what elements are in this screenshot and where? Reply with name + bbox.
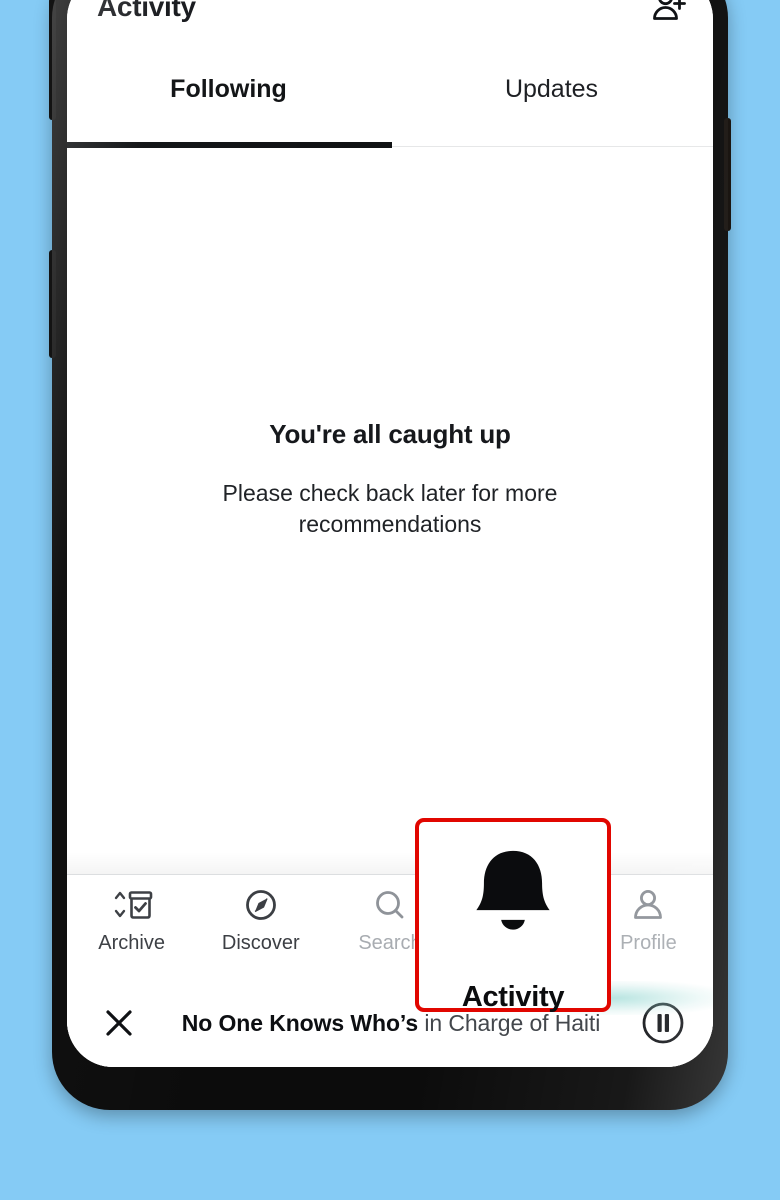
tab-updates-label: Updates [504, 74, 599, 103]
phone-screen: Activity Following Updates You're all ca… [67, 0, 713, 1067]
app-header: Activity [67, 0, 713, 40]
archive-box-check-icon [109, 885, 155, 929]
nav-item-archive-label: Archive [98, 932, 165, 954]
activity-highlight-label: Activity [461, 981, 565, 1013]
search-icon [369, 885, 411, 929]
nav-item-profile-label: Profile [620, 932, 677, 954]
nav-item-search-label: Search [358, 932, 422, 954]
compass-icon [240, 885, 282, 929]
nav-item-discover-label: Discover [221, 932, 300, 954]
empty-state-subtitle: Please check back later for more recomme… [222, 480, 558, 538]
nav-item-archive[interactable]: Archive [67, 875, 196, 953]
nav-item-discover[interactable]: Discover [196, 875, 325, 953]
mini-player: No One Knows Who’s in Charge of Haiti [67, 979, 713, 1067]
tab-following-label: Following [170, 74, 287, 103]
player-title-lead: No One Knows Who’s [181, 1009, 419, 1036]
volume-down-button[interactable] [49, 250, 56, 358]
phone-device: Activity Following Updates You're all ca… [49, 0, 731, 1110]
content-bottom-shadow [67, 852, 713, 874]
person-icon [627, 885, 669, 929]
add-person-icon[interactable] [645, 0, 691, 30]
bottom-navigation: Archive Discover Search Profile [67, 874, 713, 989]
tab-updates[interactable]: Updates [390, 40, 713, 146]
activity-highlight-box: Activity [415, 818, 611, 1013]
tab-following[interactable]: Following [67, 40, 390, 146]
empty-state-title: You're all caught up [269, 419, 511, 449]
feed-content: You're all caught up Please check back l… [67, 147, 713, 874]
volume-up-button[interactable] [49, 0, 56, 120]
power-button[interactable] [724, 118, 731, 231]
app-viewport: Activity Following Updates You're all ca… [67, 0, 713, 1067]
close-icon[interactable] [93, 997, 145, 1049]
bell-icon [457, 842, 569, 951]
pause-icon[interactable] [637, 997, 689, 1049]
tab-bar: Following Updates [67, 40, 713, 148]
page-title: Activity [97, 0, 196, 22]
